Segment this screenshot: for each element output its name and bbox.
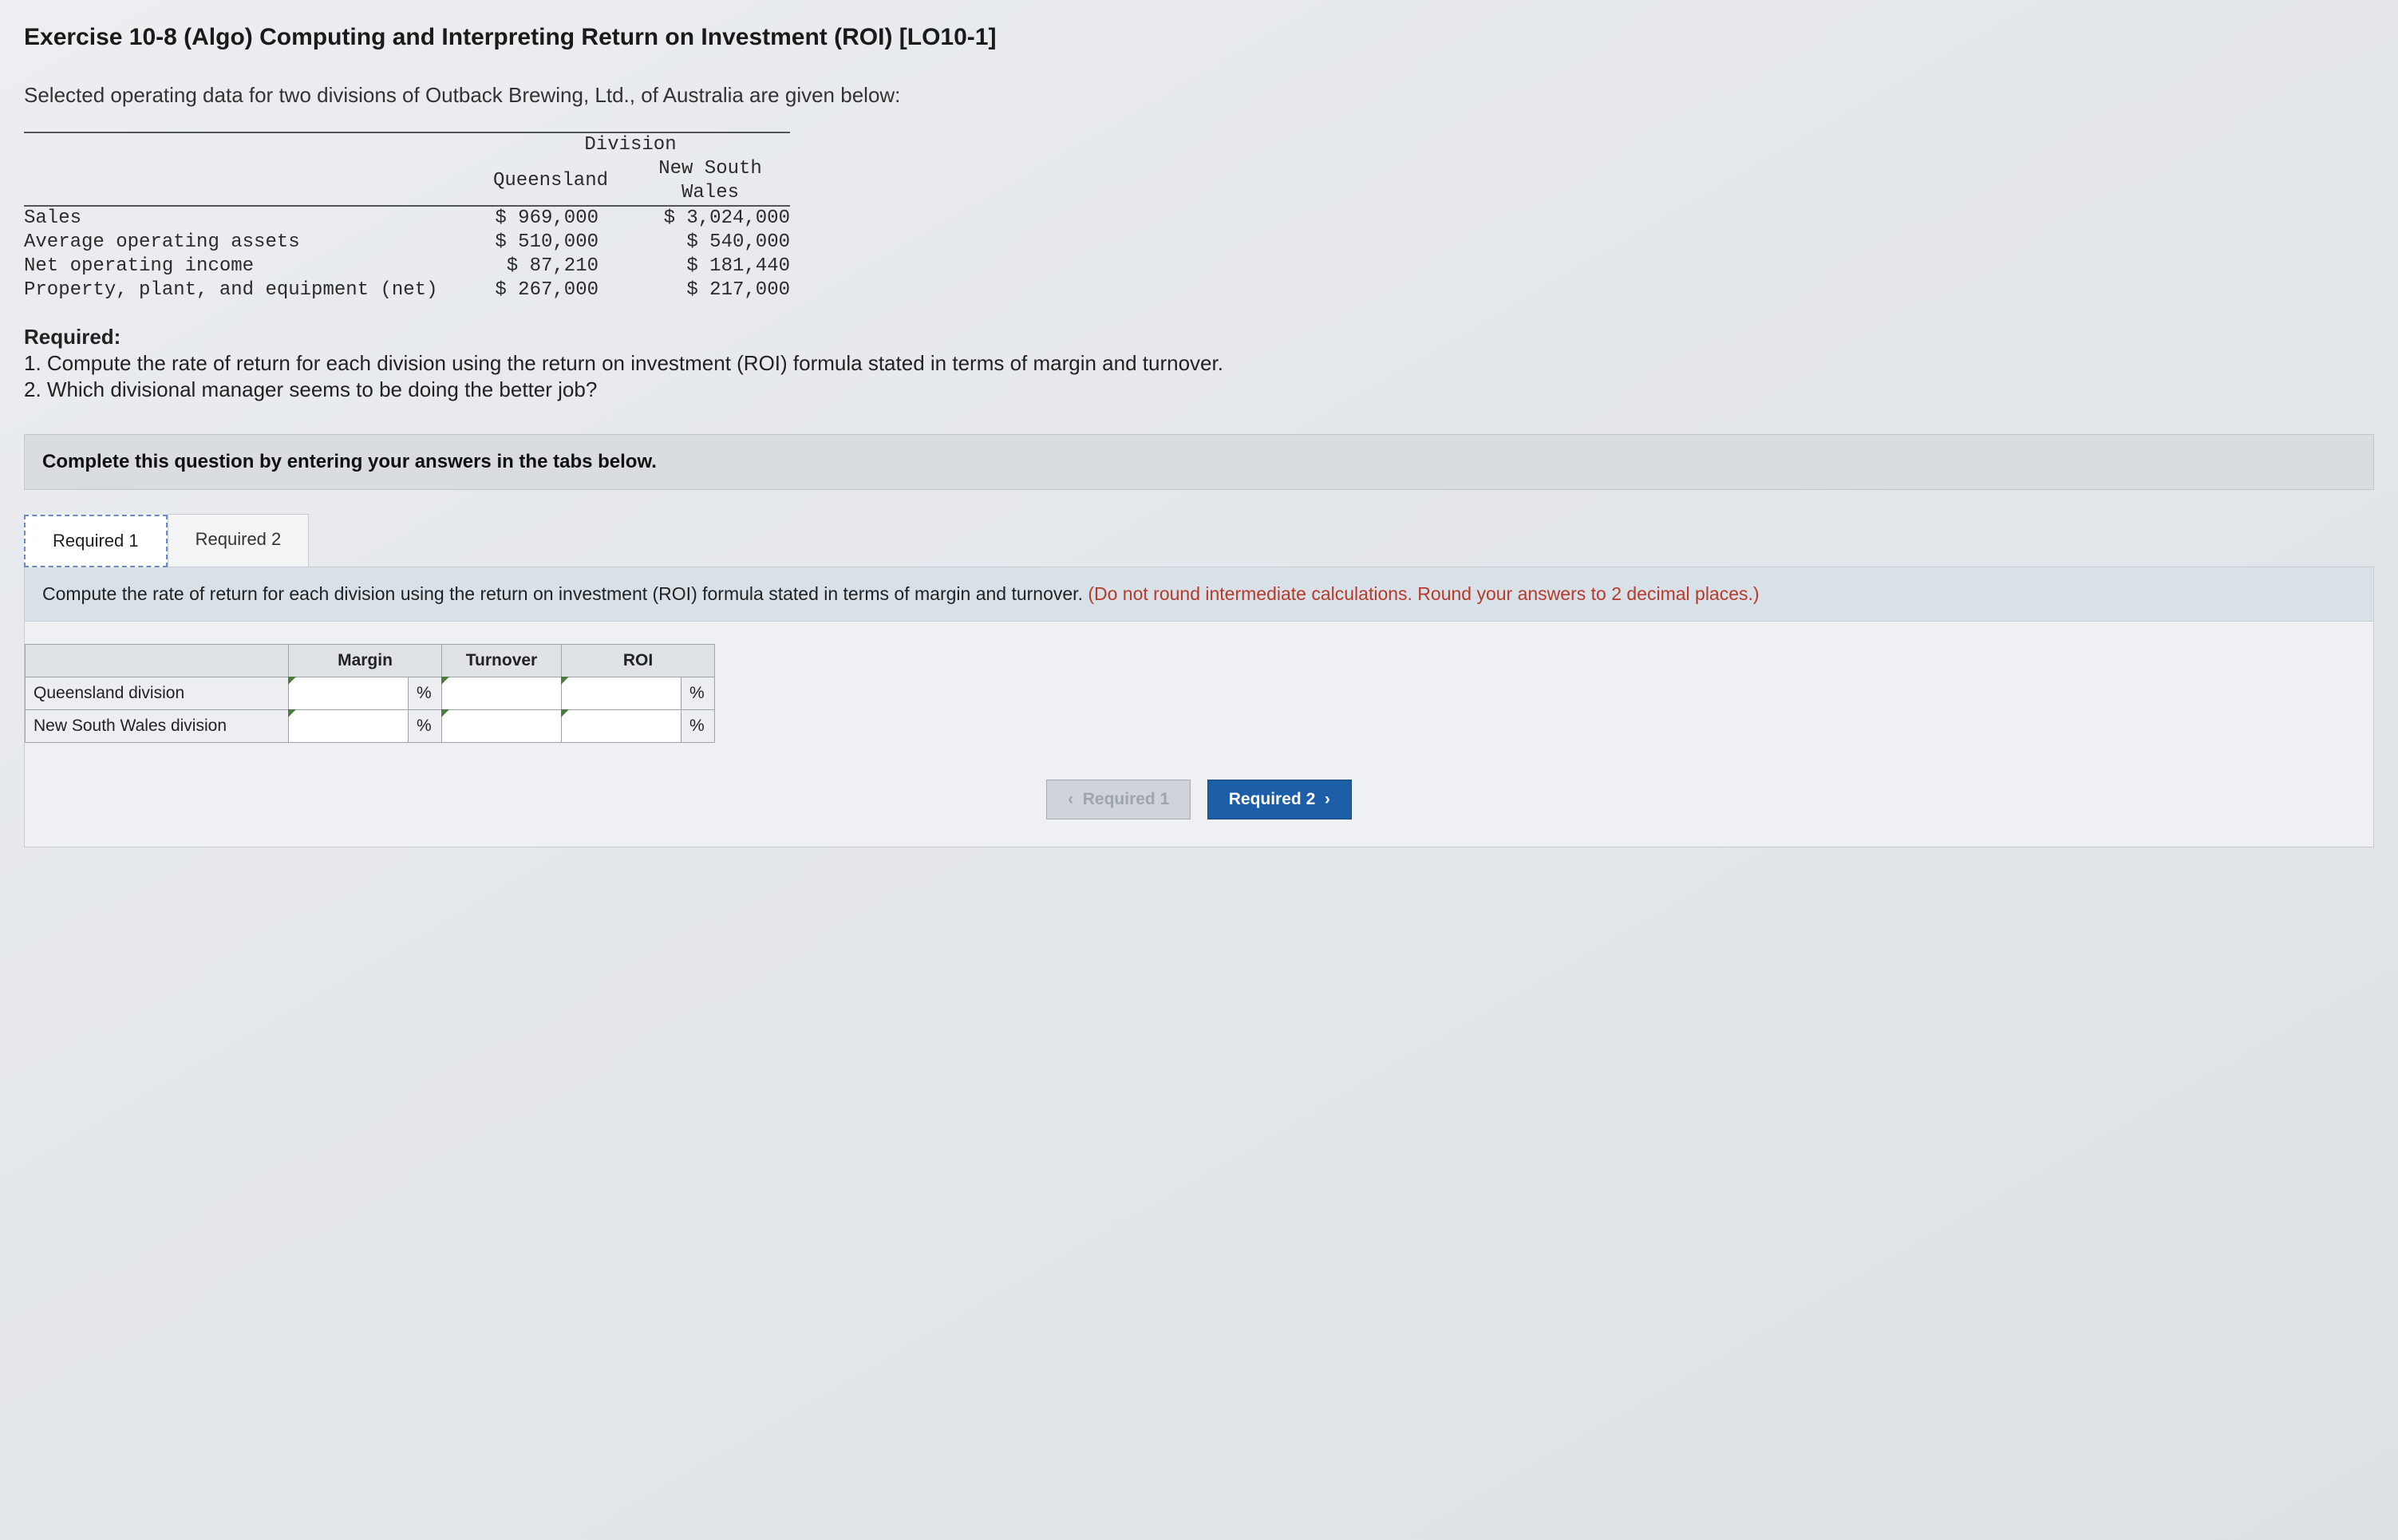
roi-unit-nsw: % [681,710,715,743]
answer-table: Margin Turnover ROI Queensland division … [25,644,715,743]
margin-input-nsw[interactable] [289,712,408,740]
ans-header-roi: ROI [562,645,715,677]
prev-button: ‹ Required 1 [1046,780,1191,819]
prev-button-label: Required 1 [1083,790,1170,808]
avg-assets-queensland: $ 510,000 [471,231,630,255]
ppe-queensland: $ 267,000 [471,278,630,302]
tab-required-2[interactable]: Required 2 [168,514,310,567]
sales-nsw: $ 3,024,000 [630,206,790,231]
sub-instruction-main: Compute the rate of return for each divi… [42,583,1088,604]
turnover-input-queensland[interactable] [442,679,561,708]
division-span-header: Division [471,132,790,157]
margin-unit-nsw: % [409,710,442,743]
row-label-avg-assets: Average operating assets [24,231,471,255]
tabs-container: Required 1 Required 2 [24,514,2374,567]
roi-input-nsw[interactable] [562,712,681,740]
intro-text: Selected operating data for two division… [24,83,2374,108]
ans-label-nsw: New South Wales division [26,710,289,743]
sub-instruction: Compute the rate of return for each divi… [25,567,2373,622]
next-button-label: Required 2 [1229,790,1316,808]
ans-label-queensland: Queensland division [26,677,289,710]
chevron-left-icon: ‹ [1068,790,1073,808]
roi-unit-queensland: % [681,677,715,710]
chevron-right-icon: › [1325,790,1330,808]
noi-queensland: $ 87,210 [471,255,630,278]
row-label-noi: Net operating income [24,255,471,278]
division-data-table: Division Queensland New South Wales Sale… [24,132,790,302]
sales-queensland: $ 969,000 [471,206,630,231]
margin-unit-queensland: % [409,677,442,710]
next-button[interactable]: Required 2 › [1207,780,1352,819]
row-label-ppe: Property, plant, and equipment (net) [24,278,471,302]
required-item-1: 1. Compute the rate of return for each d… [24,351,2374,376]
answer-row-queensland: Queensland division % % [26,677,715,710]
required-item-2: 2. Which divisional manager seems to be … [24,377,2374,402]
instruction-box: Complete this question by entering your … [24,434,2374,490]
required-heading: Required: [24,325,2374,349]
roi-input-queensland[interactable] [562,679,681,708]
answer-row-nsw: New South Wales division % % [26,710,715,743]
nav-row: ‹ Required 1 Required 2 › [25,765,2373,847]
margin-input-queensland[interactable] [289,679,408,708]
tab-required-1[interactable]: Required 1 [24,515,168,567]
tab-content: Compute the rate of return for each divi… [24,567,2374,847]
col-header-nsw: New South Wales [630,157,790,206]
exercise-title: Exercise 10-8 (Algo) Computing and Inter… [24,24,2374,51]
turnover-input-nsw[interactable] [442,712,561,740]
noi-nsw: $ 181,440 [630,255,790,278]
ppe-nsw: $ 217,000 [630,278,790,302]
ans-header-turnover: Turnover [442,645,562,677]
ans-header-margin: Margin [289,645,442,677]
row-label-sales: Sales [24,206,471,231]
ans-header-blank [26,645,289,677]
sub-instruction-hint: (Do not round intermediate calculations.… [1088,583,1759,604]
avg-assets-nsw: $ 540,000 [630,231,790,255]
col-header-queensland: Queensland [471,157,630,206]
